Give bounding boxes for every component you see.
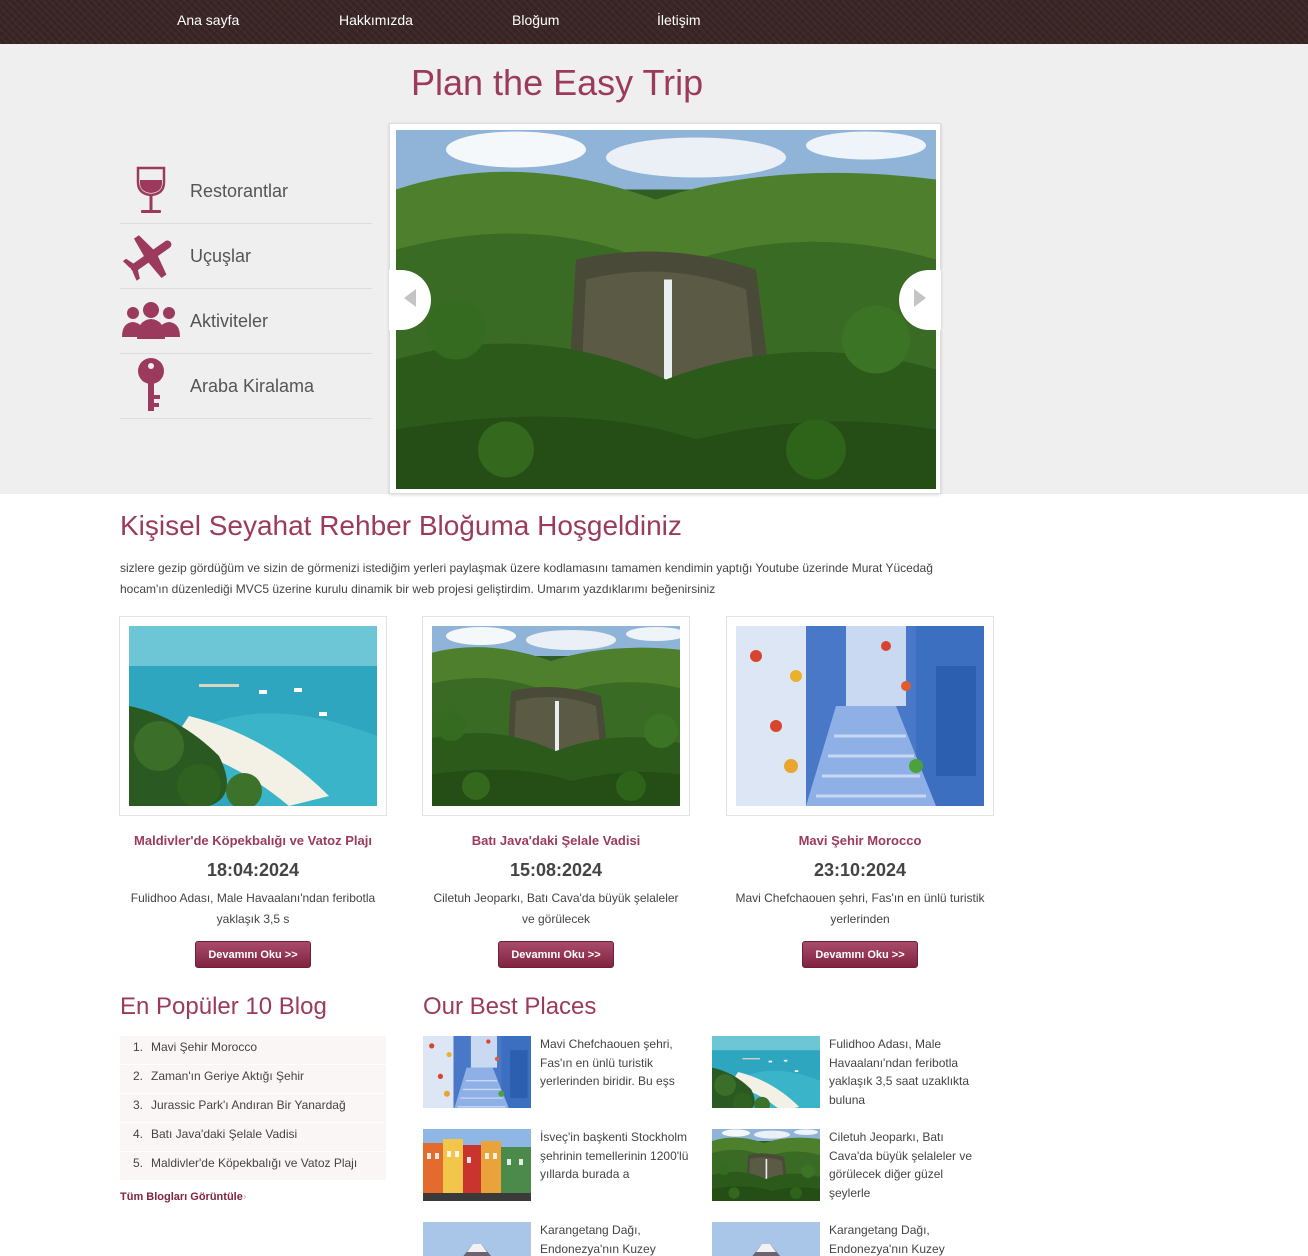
category-label: Araba Kiralama	[190, 376, 315, 396]
card-description: Ciletuh Jeoparkı, Batı Cava'da büyük şel…	[433, 891, 679, 926]
read-more-button[interactable]: Devamını Oku >>	[802, 941, 918, 968]
nav-about-link[interactable]: Hakkımızda	[339, 12, 413, 28]
place-text: Karangetang Dağı, Endonezya'nın Kuzey	[540, 1223, 656, 1256]
card-date: 18:04:2024	[206, 860, 300, 880]
list-item[interactable]: 2. Zaman'ın Geriye Aktığı Şehir	[120, 1065, 386, 1094]
category-label: Restorantlar	[190, 181, 289, 201]
category-activities[interactable]: Aktiviteler	[120, 289, 372, 354]
site-title: Plan the Easy Trip	[411, 62, 704, 103]
category-label: Uçuşlar	[190, 246, 252, 266]
view-all-blogs-link[interactable]: Tüm Blogları Görüntüle›	[120, 1191, 247, 1203]
key-icon	[120, 354, 182, 418]
card-title[interactable]: Batı Java'daki Şelale Vadisi	[422, 833, 690, 848]
blog-card: Mavi Şehir Morocco 23:10:2024 Mavi Chefc…	[726, 616, 994, 968]
list-item-label: Maldivler'de Köpekbalığı ve Vatoz Plajı	[151, 1156, 358, 1170]
place-text: İsveç'in başkenti Stockholm şehrinin tem…	[540, 1130, 689, 1181]
welcome-text: sizlere gezip gördüğüm ve sizin de görme…	[120, 561, 933, 596]
place-text: Karangetang Dağı, Endonezya'nın Kuzey	[829, 1223, 945, 1256]
slider-image	[396, 130, 936, 489]
category-flights[interactable]: Uçuşlar	[120, 224, 372, 289]
list-item-label: Batı Java'daki Şelale Vadisi	[151, 1127, 298, 1141]
card-description: Mavi Chefchaouen şehri, Fas'ın en ünlü t…	[735, 891, 985, 926]
best-place-item[interactable]: Ciletuh Jeoparkı, Batı Cava'da büyük şel…	[712, 1129, 982, 1209]
nav-home-link[interactable]: Ana sayfa	[177, 12, 239, 28]
list-item-label: Jurassic Park'ı Andıran Bir Yanardağ	[151, 1098, 346, 1112]
card-image-frame[interactable]	[119, 616, 387, 816]
list-item[interactable]: 3. Jurassic Park'ı Andıran Bir Yanardağ	[120, 1094, 386, 1123]
card-image-frame[interactable]	[726, 616, 994, 816]
place-text: Ciletuh Jeoparkı, Batı Cava'da büyük şel…	[829, 1130, 973, 1200]
place-thumbnail	[712, 1129, 820, 1201]
wine-glass-icon	[120, 159, 182, 223]
list-item-number: 3.	[133, 1098, 144, 1112]
arrow-right-icon	[912, 288, 928, 313]
place-thumbnail	[423, 1222, 531, 1256]
place-text: Mavi Chefchaouen şehri, Fas'ın en ünlü t…	[540, 1037, 675, 1088]
best-place-item[interactable]: Karangetang Dağı, Endonezya'nın Kuzey	[712, 1222, 982, 1256]
read-more-button[interactable]: Devamını Oku >>	[498, 941, 614, 968]
place-text: Fulidhoo Adası, Male Havaalanı'ndan feri…	[829, 1037, 970, 1107]
popular-blogs-title: En Popüler 10 Blog	[120, 993, 327, 1020]
list-item-number: 2.	[133, 1069, 144, 1083]
place-thumbnail	[712, 1222, 820, 1256]
place-thumbnail	[423, 1036, 531, 1108]
welcome-title: Kişisel Seyahat Rehber Bloğuma Hoşgeldin…	[120, 510, 682, 541]
arrow-left-icon	[402, 288, 418, 313]
list-item[interactable]: 4. Batı Java'daki Şelale Vadisi	[120, 1123, 386, 1152]
list-item-number: 4.	[133, 1127, 144, 1141]
best-place-item[interactable]: Karangetang Dağı, Endonezya'nın Kuzey	[423, 1222, 693, 1256]
card-title[interactable]: Maldivler'de Köpekbalığı ve Vatoz Plajı	[119, 833, 387, 848]
top-navbar: Ana sayfa Hakkımızda Bloğum İletişim	[0, 0, 1308, 44]
blog-card: Batı Java'daki Şelale Vadisi 15:08:2024 …	[422, 616, 690, 968]
people-group-icon	[120, 289, 182, 353]
list-item-number: 5.	[133, 1156, 144, 1170]
airplane-icon	[120, 224, 182, 288]
category-restaurants[interactable]: Restorantlar	[120, 159, 372, 224]
card-image-frame[interactable]	[422, 616, 690, 816]
category-car-rental[interactable]: Araba Kiralama	[120, 354, 372, 419]
card-image	[736, 626, 984, 806]
place-thumbnail	[712, 1036, 820, 1108]
best-place-item[interactable]: Fulidhoo Adası, Male Havaalanı'ndan feri…	[712, 1036, 982, 1116]
nav-blog-link[interactable]: Bloğum	[512, 12, 559, 28]
card-date: 15:08:2024	[509, 860, 603, 880]
list-item[interactable]: 5. Maldivler'de Köpekbalığı ve Vatoz Plaj…	[120, 1152, 386, 1181]
card-image	[129, 626, 377, 806]
card-title[interactable]: Mavi Şehir Morocco	[726, 833, 994, 848]
image-slider[interactable]	[389, 123, 941, 494]
list-item-label: Zaman'ın Geriye Aktığı Şehir	[151, 1069, 305, 1083]
list-item[interactable]: 1. Mavi Şehir Morocco	[120, 1036, 386, 1065]
best-place-item[interactable]: İsveç'in başkenti Stockholm şehrinin tem…	[423, 1129, 693, 1209]
blog-card: Maldivler'de Köpekbalığı ve Vatoz Plajı …	[119, 616, 387, 968]
card-image	[432, 626, 680, 806]
view-all-label: Tüm Blogları Görüntüle	[120, 1191, 243, 1203]
best-places-title: Our Best Places	[423, 993, 597, 1020]
popular-blogs-list: 1. Mavi Şehir Morocco 2. Zaman'ın Geriye A…	[120, 1036, 386, 1181]
place-thumbnail	[423, 1129, 531, 1201]
read-more-button[interactable]: Devamını Oku >>	[195, 941, 311, 968]
list-item-number: 1.	[133, 1040, 144, 1054]
best-place-item[interactable]: Mavi Chefchaouen şehri, Fas'ın en ünlü t…	[423, 1036, 693, 1116]
card-description: Fulidhoo Adası, Male Havaalanı'ndan feri…	[130, 891, 376, 926]
list-item-label: Mavi Şehir Morocco	[151, 1040, 258, 1054]
card-date: 23:10:2024	[813, 860, 907, 880]
chevron-right-icon: ›	[242, 1191, 247, 1203]
nav-contact-link[interactable]: İletişim	[657, 12, 701, 28]
category-label: Aktiviteler	[190, 311, 269, 331]
